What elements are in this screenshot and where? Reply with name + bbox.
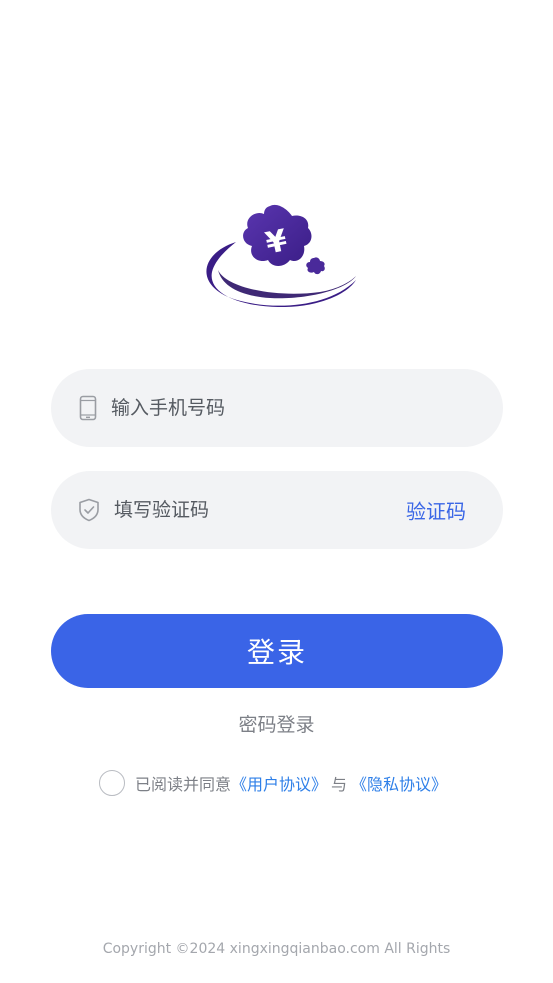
agreement-prefix: 已阅读并同意	[135, 775, 232, 794]
app-logo-icon: ¥	[206, 204, 356, 308]
shield-check-icon	[79, 498, 99, 522]
copyright-text: Copyright ©2024 xingxingqianbao.com All …	[102, 941, 451, 957]
agreement-separator: 与	[331, 775, 348, 794]
phone-input[interactable]	[111, 369, 471, 447]
login-button[interactable]: 登录	[51, 614, 503, 688]
verification-code-field: 验证码	[51, 471, 503, 549]
phone-field	[51, 369, 503, 447]
mobile-phone-icon	[79, 395, 97, 421]
privacy-agreement-link[interactable]: 《隐私协议》	[351, 771, 447, 795]
verification-code-input[interactable]	[114, 471, 374, 549]
password-login-link[interactable]: 密码登录	[0, 710, 553, 737]
agreement-row: 已阅读并同意 《用户协议》 与 《隐私协议》	[99, 768, 447, 798]
agreement-checkbox[interactable]	[99, 770, 125, 796]
user-agreement-link[interactable]: 《用户协议》	[231, 771, 327, 795]
get-code-button[interactable]: 验证码	[406, 496, 466, 525]
